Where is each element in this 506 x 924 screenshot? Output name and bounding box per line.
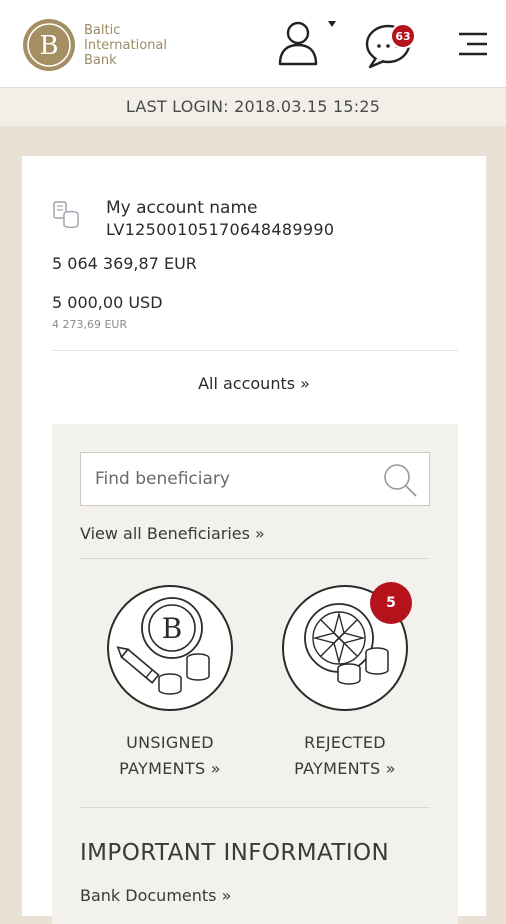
app-header: B Baltic International Bank 63 (0, 0, 506, 88)
bank-name: Baltic International Bank (84, 23, 167, 68)
svg-text:B: B (162, 612, 183, 645)
user-dropdown-icon[interactable] (276, 18, 340, 68)
balance-usd-eur-equivalent: 4 273,69 EUR (52, 318, 128, 331)
view-all-beneficiaries-link[interactable]: View all Beneficiaries » (80, 524, 265, 543)
unsigned-payments-label-line1: UNSIGNED (126, 733, 214, 752)
bank-name-line3: Bank (84, 52, 117, 68)
divider (80, 558, 430, 559)
unsigned-payments-tile[interactable]: B UNSIGNED PAYMENTS » (95, 584, 245, 782)
beneficiary-search-input[interactable] (81, 453, 385, 505)
payments-panel: View all Beneficiaries » B (52, 424, 458, 924)
bank-logo[interactable]: B Baltic International Bank (22, 18, 167, 72)
bank-documents-link[interactable]: Bank Documents » (80, 886, 231, 905)
main-card: My account name LV12500105170648489990 5… (22, 156, 486, 924)
balance-usd: 5 000,00 USD (52, 293, 163, 312)
divider (80, 807, 430, 808)
bank-logo-mark-icon: B (23, 19, 75, 71)
account-name[interactable]: My account name (106, 198, 257, 218)
unsigned-payments-label: UNSIGNED PAYMENTS » (95, 730, 245, 782)
rejected-payments-count-badge: 5 (370, 582, 412, 624)
rejected-payments-label-line1: REJECTED (304, 733, 386, 752)
bank-name-line1: Baltic (84, 22, 121, 38)
all-accounts-link[interactable]: All accounts » (22, 374, 486, 393)
rejected-payments-tile[interactable]: 5 REJECTED PAYMENTS » (270, 582, 420, 782)
divider (52, 350, 458, 351)
important-information-title: IMPORTANT INFORMATION (80, 840, 390, 866)
coins-stack-icon (53, 201, 79, 228)
balance-eur: 5 064 369,87 EUR (52, 254, 197, 273)
messages-count-badge: 63 (390, 23, 416, 49)
hamburger-menu-icon[interactable] (455, 30, 489, 58)
rejected-payments-label: REJECTED PAYMENTS » (270, 730, 420, 782)
account-iban: LV12500105170648489990 (106, 220, 335, 239)
unsigned-payments-icon: B (107, 585, 233, 711)
bank-name-line2: International (84, 37, 167, 53)
beneficiary-search-box (80, 452, 430, 506)
unsigned-payments-label-line2: PAYMENTS » (119, 759, 221, 778)
logo-letter: B (39, 31, 58, 61)
rejected-payments-label-line2: PAYMENTS » (294, 759, 396, 778)
search-icon[interactable] (381, 461, 419, 499)
last-login-bar: LAST LOGIN: 2018.03.15 15:25 (0, 88, 506, 126)
